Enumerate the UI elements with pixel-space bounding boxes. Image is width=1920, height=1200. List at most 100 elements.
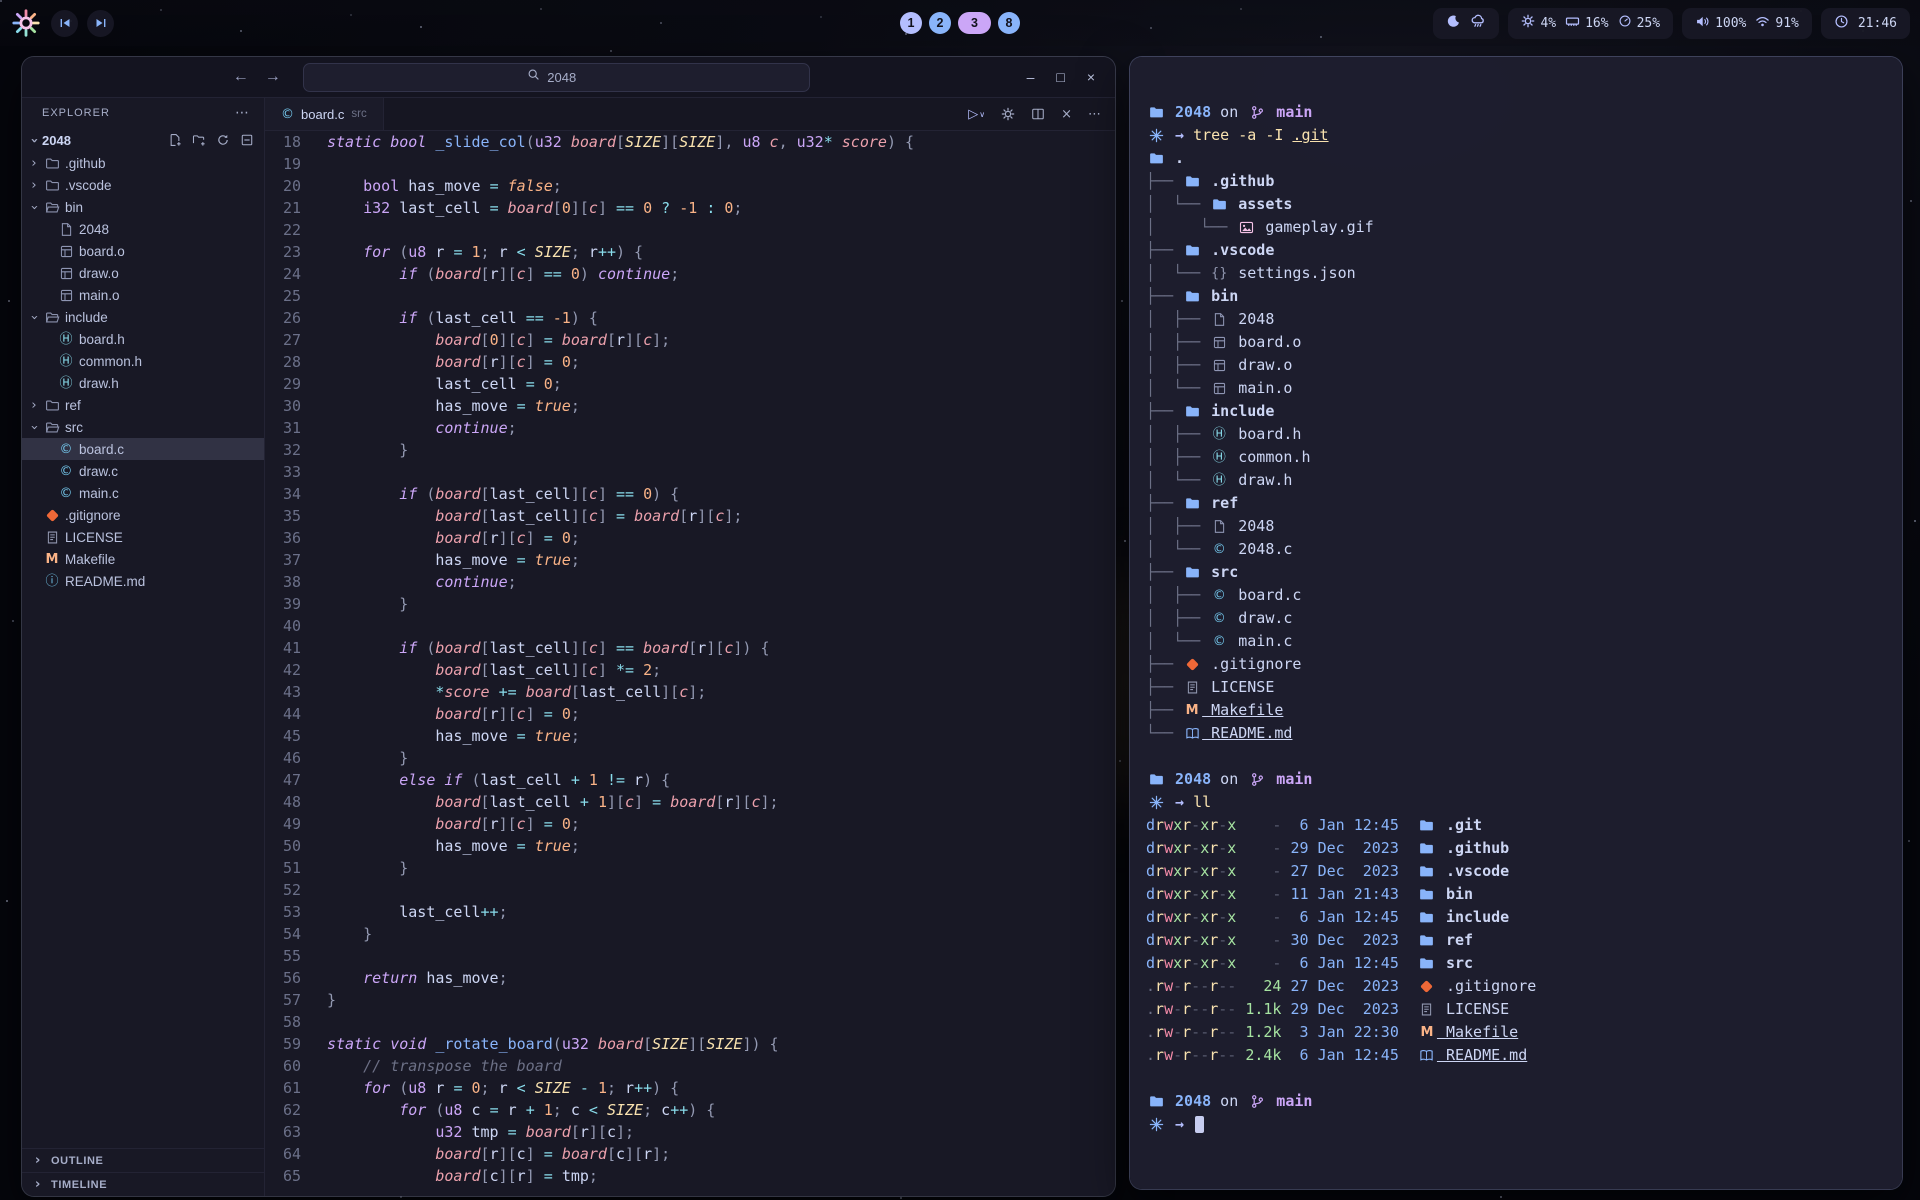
tree-row: │ └── gameplay.gif: [1146, 216, 1888, 239]
nav-forward-button[interactable]: →: [265, 68, 281, 86]
workspace-8[interactable]: 8: [998, 12, 1020, 34]
workspace-2[interactable]: 2: [929, 12, 951, 34]
file-tree-item-board.o[interactable]: board.o: [22, 240, 264, 262]
code-line: 51 }: [265, 857, 1115, 879]
settings-gear-icon[interactable]: [1001, 107, 1015, 121]
ram-icon: [1565, 14, 1580, 33]
rain-cloud-icon: [1470, 13, 1486, 33]
line-number: 39: [265, 593, 301, 615]
project-root[interactable]: › 2048: [22, 128, 264, 152]
file-tree-item-main.o[interactable]: main.o: [22, 284, 264, 306]
close-button[interactable]: ×: [1087, 69, 1095, 85]
tab-board-c[interactable]: © board.c src: [265, 98, 384, 130]
outline-section[interactable]: › OUTLINE: [22, 1148, 264, 1172]
maximize-button[interactable]: □: [1056, 69, 1064, 85]
code-line: 48 board[last_cell + 1][c] = board[r][c]…: [265, 791, 1115, 813]
ls-row: drwxr-xr-x - 6 Jan 12:45 src: [1146, 952, 1888, 975]
workspace-1[interactable]: 1: [900, 12, 922, 34]
tree-row: │ ├── 2048: [1146, 515, 1888, 538]
code-line: 53 last_cell++;: [265, 901, 1115, 923]
folder-icon: [1417, 887, 1437, 903]
tree-row: ├── .gitignore: [1146, 653, 1888, 676]
collapse-all-icon[interactable]: [240, 133, 254, 147]
file-name: draw.o: [79, 266, 119, 281]
file-tree-item-include[interactable]: ›include: [22, 306, 264, 328]
file-tree-item-common.h[interactable]: Ⓗcommon.h: [22, 350, 264, 372]
folder-icon: [1182, 496, 1202, 512]
file-name: LICENSE: [65, 530, 123, 545]
c-icon: ©: [1209, 588, 1229, 604]
code-line: 35 board[last_cell][c] = board[r][c];: [265, 505, 1115, 527]
code-line: 65 board[c][r] = tmp;: [265, 1165, 1115, 1187]
file-tree-item-2048[interactable]: 2048: [22, 218, 264, 240]
h-icon: Ⓗ: [1209, 450, 1229, 466]
speaker-icon: [1695, 14, 1710, 33]
skip-back-button[interactable]: [51, 10, 78, 37]
code-line: 24 if (board[r][c] == 0) continue;: [265, 263, 1115, 285]
readme-icon: [1182, 726, 1202, 742]
file-tree-item-.vscode[interactable]: ›.vscode: [22, 174, 264, 196]
audio-network[interactable]: 100% 91%: [1682, 8, 1812, 39]
disk-icon: [1618, 14, 1632, 32]
h-icon: Ⓗ: [56, 331, 76, 347]
file-tree-item-board.h[interactable]: Ⓗboard.h: [22, 328, 264, 350]
line-number: 46: [265, 747, 301, 769]
editor-pane: © board.c src ▷∨ × ⋯ 18static bool _slid…: [265, 98, 1115, 1196]
explorer-actions: [168, 133, 254, 147]
code-line: 54 }: [265, 923, 1115, 945]
skip-forward-button[interactable]: [87, 10, 114, 37]
make-icon: M: [42, 551, 62, 567]
file-name: draw.c: [79, 464, 118, 479]
explorer-more-icon[interactable]: ⋯: [235, 105, 250, 121]
file-tree-item-board.c[interactable]: ©board.c: [22, 438, 264, 460]
file-tree-item-main.c[interactable]: ©main.c: [22, 482, 264, 504]
file-tree-item-.github[interactable]: ›.github: [22, 152, 264, 174]
chevron-right-icon: ›: [26, 156, 42, 171]
command-center-search[interactable]: [303, 63, 810, 92]
file-tree-item-draw.h[interactable]: Ⓗdraw.h: [22, 372, 264, 394]
file-tree-item-bin[interactable]: ›bin: [22, 196, 264, 218]
editor-more-icon[interactable]: ⋯: [1088, 107, 1101, 122]
file-tree-item-Makefile[interactable]: MMakefile: [22, 548, 264, 570]
run-button[interactable]: ▷∨: [968, 107, 985, 122]
search-input[interactable]: [547, 70, 585, 85]
code-area[interactable]: 18static bool _slide_col(u32 board[SIZE]…: [265, 131, 1115, 1196]
terminal-window[interactable]: 2048 on main → tree -a -I .git .├── .git…: [1130, 57, 1902, 1189]
minimize-button[interactable]: –: [1027, 69, 1035, 85]
clock-widget[interactable]: 21:46: [1821, 8, 1910, 39]
memory-stat: 16%: [1565, 14, 1608, 33]
file-tree-item-src[interactable]: ›src: [22, 416, 264, 438]
weather-widget[interactable]: [1433, 8, 1499, 39]
file-tree-item-LICENSE[interactable]: LICENSE: [22, 526, 264, 548]
line-number: 29: [265, 373, 301, 395]
file-tree-item-draw.c[interactable]: ©draw.c: [22, 460, 264, 482]
split-editor-icon[interactable]: [1031, 107, 1045, 121]
workspace-3[interactable]: 3: [958, 12, 991, 34]
file-tree-item-draw.o[interactable]: draw.o: [22, 262, 264, 284]
code-line: 45 has_move = true;: [265, 725, 1115, 747]
license-icon: [1182, 680, 1202, 696]
file-tree-item-ref[interactable]: ›ref: [22, 394, 264, 416]
nav-back-button[interactable]: ←: [233, 68, 249, 86]
terminal-cursor[interactable]: [1195, 1116, 1204, 1133]
refresh-icon[interactable]: [216, 133, 230, 147]
system-stats[interactable]: 4% 16% 25%: [1508, 8, 1673, 39]
tree-row: ├── include: [1146, 400, 1888, 423]
tree-row: ├── bin: [1146, 285, 1888, 308]
system-logo-icon[interactable]: [10, 7, 42, 39]
file-tree-item-README.md[interactable]: ⓘREADME.md: [22, 570, 264, 592]
close-editor-icon[interactable]: ×: [1061, 107, 1072, 122]
new-folder-icon[interactable]: [192, 133, 206, 147]
code-line: 27 board[0][c] = board[r][c];: [265, 329, 1115, 351]
code-line: 55: [265, 945, 1115, 967]
c-icon: ©: [56, 463, 76, 479]
new-file-icon[interactable]: [168, 133, 182, 147]
code-line: 30 has_move = true;: [265, 395, 1115, 417]
line-number: 42: [265, 659, 301, 681]
file-tree-item-.gitignore[interactable]: .gitignore: [22, 504, 264, 526]
timeline-section[interactable]: › TIMELINE: [22, 1172, 264, 1196]
tree-row: │ └── Ⓗ draw.h: [1146, 469, 1888, 492]
topbar-right: 4% 16% 25% 100% 91% 21:46: [1433, 8, 1910, 39]
file-name: board.h: [79, 332, 125, 347]
folder-icon: [1146, 1094, 1166, 1110]
